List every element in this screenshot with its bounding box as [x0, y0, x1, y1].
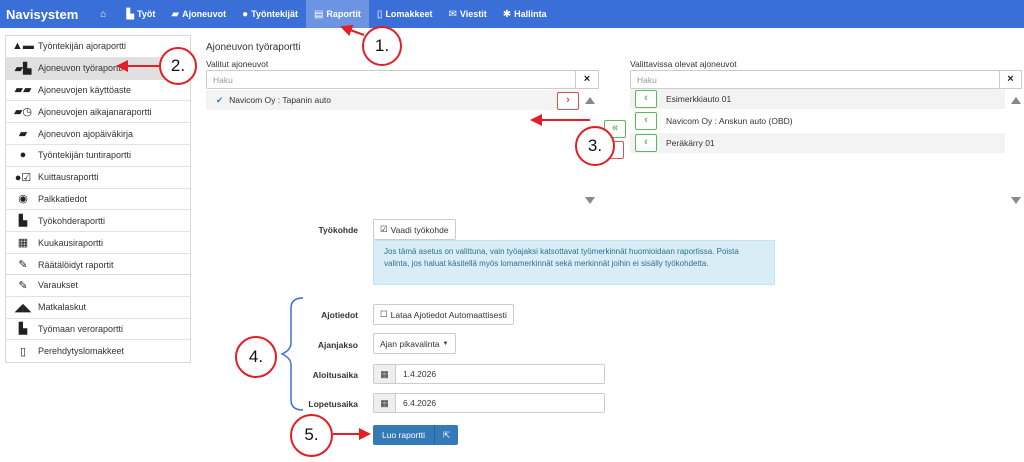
annotation-3: 3.	[575, 126, 615, 166]
arrow-1	[340, 24, 365, 37]
bracket-icon	[280, 297, 304, 411]
annotation-overlay	[116, 24, 590, 440]
annotation-5: 5.	[290, 414, 333, 457]
annotation-1: 1.	[362, 26, 402, 66]
annotation-2: 2.	[159, 47, 197, 85]
annotation-4: 4.	[235, 336, 277, 378]
